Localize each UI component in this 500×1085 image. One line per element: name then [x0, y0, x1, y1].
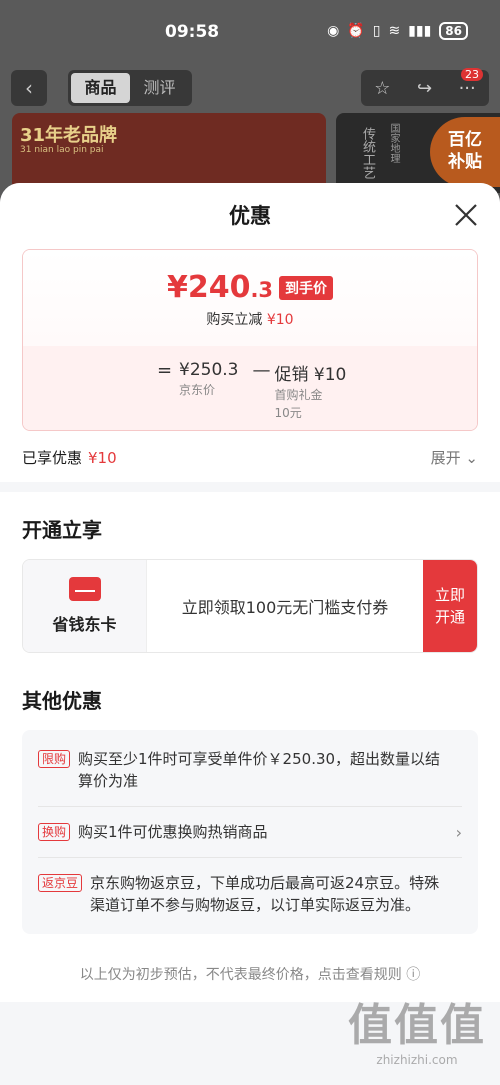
close-icon[interactable]: [454, 203, 478, 227]
star-icon[interactable]: ☆: [374, 78, 390, 99]
battery-icon: 86: [439, 22, 468, 40]
brand-banner-subtitle: 31 nian lao pin pai: [20, 145, 104, 155]
chevron-down-icon: ⌄: [465, 449, 478, 467]
minus-sign: —: [252, 360, 271, 381]
expand-button[interactable]: 展开 ⌄: [431, 447, 478, 468]
craft-banner[interactable]: 传统工艺 国家地理 百亿 补贴: [336, 113, 500, 193]
signal-icon: ▮▮▮: [408, 23, 432, 39]
other-offers-list: 限购 购买至少1件时可享受单件价￥250.30，超出数量以结算价为准 换购 购买…: [22, 730, 478, 934]
nav-tools: ☆ ↪ ··· 23: [361, 68, 489, 106]
open-now-button[interactable]: 立即 开通: [423, 560, 477, 652]
alarm-icon: ⏰: [347, 23, 365, 39]
back-button[interactable]: ‹: [11, 70, 47, 106]
promo-col: 促销 ¥10 首购礼金 10元: [274, 360, 346, 430]
savings-card-name: 省钱东卡: [52, 615, 117, 634]
price-breakdown: = ¥250.3 京东价 — 促销 ¥10 首购礼金 10元: [23, 346, 477, 430]
expand-label: 展开: [430, 449, 461, 467]
final-price-block: ¥240.3 到手价 购买立减 ¥10: [23, 250, 477, 346]
enjoyed-discount-row: 已享优惠 ¥10 展开 ⌄: [0, 447, 500, 468]
base-price-value: ¥250.3: [179, 360, 239, 380]
offer-tag: 限购: [38, 750, 71, 768]
final-price-line: ¥240.3 到手价: [23, 270, 477, 305]
message-badge: 23: [461, 68, 483, 81]
savings-card-desc: 立即领取100元无门槛支付券: [181, 598, 389, 617]
promo-label: 首购礼金: [274, 388, 323, 402]
card-icon: [68, 577, 101, 601]
brand-banner[interactable]: 31年老品牌 31 nian lao pin pai: [12, 113, 326, 193]
chevron-left-icon: ‹: [25, 76, 33, 100]
final-price: ¥240.3: [167, 270, 273, 305]
other-offers-section: 其他优惠 限购 购买至少1件时可享受单件价￥250.30，超出数量以结算价为准 …: [0, 671, 500, 1002]
open-membership-section: 开通立享 省钱东卡 立即领取100元无门槛支付券 立即 开通: [0, 492, 500, 671]
offer-limit: 限购 购买至少1件时可享受单件价￥250.30，超出数量以结算价为准: [38, 734, 462, 807]
price-integer: 240: [187, 270, 251, 305]
product-tabs: 商品 测评: [68, 70, 192, 106]
other-section-title: 其他优惠: [22, 689, 102, 713]
subsidy-badge: 百亿 补贴: [430, 117, 500, 187]
offer-tag: 换购: [38, 823, 71, 841]
offer-jingdou: 返京豆 京东购物返京豆，下单成功后最高可返24京豆。特殊渠道订单不参与购物返豆，…: [38, 858, 462, 930]
enjoyed-label: 已享优惠: [22, 449, 83, 467]
brand-banner-title: 31年老品牌: [20, 125, 118, 146]
subsidy-line2: 补贴: [448, 152, 482, 172]
open-section-title: 开通立享: [22, 518, 102, 542]
sheet-title: 优惠: [229, 204, 271, 228]
final-price-tag: 到手价: [279, 275, 334, 300]
eye-icon: ◉: [327, 23, 340, 39]
promo-amount: 10元: [274, 406, 302, 420]
footer-note-text: 以上仅为初步预估，不代表最终价格，点击查看规则: [79, 967, 402, 983]
base-price-col: ¥250.3 京东价: [179, 360, 238, 430]
product-nav-bar: ‹ 商品 测评 ☆ ↪ ··· 23: [0, 68, 500, 108]
sheet-top: 优惠 ¥240.3 到手价 购买立减 ¥10 = ¥250.3 京东价 — 促销…: [0, 183, 500, 482]
craft-banner-text2: 国家地理: [388, 123, 399, 163]
savings-card-brand: 省钱东卡: [23, 560, 147, 652]
wifi-icon: ≋: [388, 23, 401, 39]
instant-discount-label: 购买立减: [206, 312, 263, 328]
chevron-right-icon: ›: [455, 823, 462, 842]
craft-banner-text: 传统工艺: [360, 127, 375, 179]
offer-tag: 返京豆: [38, 874, 83, 892]
enjoyed-discount: 已享优惠 ¥10: [22, 447, 117, 468]
sheet-header: 优惠: [0, 183, 500, 247]
tab-product[interactable]: 商品: [71, 73, 130, 103]
open-now-line1: 立即: [434, 586, 465, 604]
tab-review[interactable]: 测评: [130, 73, 189, 103]
watermark: 值值值 zhizhizhi.com: [348, 989, 486, 1067]
instant-discount: 购买立减 ¥10: [23, 309, 477, 329]
discount-sheet: 优惠 ¥240.3 到手价 购买立减 ¥10 = ¥250.3 京东价 — 促销…: [0, 183, 500, 1085]
open-now-line2: 开通: [434, 608, 465, 626]
subsidy-line1: 百亿: [448, 130, 482, 150]
offer-text: 京东购物返京豆，下单成功后最高可返24京豆。特殊渠道订单不参与购物返豆，以订单实…: [90, 874, 440, 914]
price-card: ¥240.3 到手价 购买立减 ¥10 = ¥250.3 京东价 — 促销 ¥1…: [22, 249, 478, 431]
footer-note[interactable]: 以上仅为初步预估，不代表最终价格，点击查看规则 ⓘ: [22, 964, 478, 984]
offer-text: 购买至少1件时可享受单件价￥250.30，超出数量以结算价为准: [78, 750, 441, 790]
price-decimal: .3: [250, 278, 274, 302]
base-price-label: 京东价: [179, 383, 216, 397]
offer-text: 购买1件可优惠换购热销商品: [78, 823, 268, 841]
instant-discount-value: ¥10: [266, 312, 294, 328]
savings-card[interactable]: 省钱东卡 立即领取100元无门槛支付券 立即 开通: [22, 559, 478, 653]
status-icons: ◉ ⏰ ▯ ≋ ▮▮▮ 86: [327, 22, 468, 40]
promo-value: 促销 ¥10: [274, 365, 347, 385]
share-icon[interactable]: ↪: [417, 78, 432, 99]
status-time: 09:58: [165, 22, 220, 42]
vibrate-icon: ▯: [372, 23, 381, 39]
watermark-url: zhizhizhi.com: [376, 1053, 458, 1067]
status-bar: 09:58 ◉ ⏰ ▯ ≋ ▮▮▮ 86: [0, 0, 500, 66]
equals-sign: =: [157, 360, 173, 381]
currency-symbol: ¥: [166, 270, 188, 305]
enjoyed-value: ¥10: [88, 449, 117, 467]
offer-exchange[interactable]: 换购 购买1件可优惠换购热销商品 ›: [38, 807, 462, 858]
watermark-logo: 值值值: [348, 1000, 486, 1051]
help-icon: ⓘ: [406, 967, 421, 983]
